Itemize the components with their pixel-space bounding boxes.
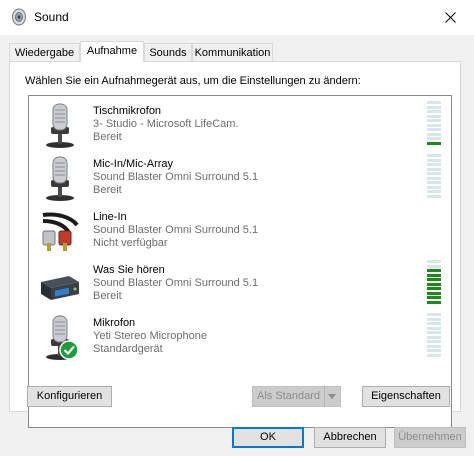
level-segment	[427, 194, 441, 198]
sound-dialog: Sound Wiedergabe Aufnahme Sounds Kommuni…	[0, 0, 474, 456]
device-name: Mikrofon	[93, 317, 136, 329]
level-segment	[427, 287, 441, 290]
level-segment	[427, 101, 441, 104]
level-segment	[427, 300, 441, 304]
level-segment	[427, 176, 441, 180]
level-segment	[427, 163, 441, 166]
level-segment	[427, 317, 441, 321]
level-segment	[427, 114, 441, 118]
cancel-button[interactable]: Abbrechen	[314, 427, 386, 448]
set-default-dropdown	[324, 387, 340, 406]
level-segment	[427, 181, 441, 184]
close-button[interactable]	[434, 6, 468, 30]
tab-kommunikation[interactable]: Kommunikation	[192, 43, 273, 61]
window-title: Sound	[34, 10, 69, 24]
device-name: Was Sie hören	[93, 264, 165, 276]
device-description: 3- Studio - Microsoft LifeCam.	[93, 118, 239, 130]
rca-cable-icon	[42, 212, 79, 251]
device-item[interactable]: Tischmikrofon 3- Studio - Microsoft Life…	[29, 99, 451, 152]
configure-button[interactable]: Konfigurieren	[27, 386, 112, 407]
level-segment	[427, 264, 441, 268]
device-state: Bereit	[93, 290, 122, 302]
level-segment	[427, 349, 441, 352]
device-state: Bereit	[93, 131, 122, 143]
level-segment	[427, 326, 441, 330]
level-segment	[427, 331, 441, 334]
level-meter	[427, 154, 441, 199]
device-name: Line-In	[93, 211, 127, 223]
device-state: Nicht verfügbar	[93, 237, 168, 249]
level-segment	[427, 137, 441, 140]
microphone-icon	[46, 315, 79, 360]
microphone-icon	[46, 156, 74, 201]
ok-button[interactable]: OK	[232, 427, 304, 448]
device-item[interactable]: Mic-In/Mic-Array Sound Blaster Omni Surr…	[29, 152, 451, 205]
level-segment	[427, 322, 441, 325]
set-default-button: Als Standard	[252, 386, 341, 407]
level-segment	[427, 260, 441, 263]
level-segment	[427, 282, 441, 286]
apply-button: Übernehmen	[394, 427, 466, 448]
device-state: Standardgerät	[93, 343, 163, 355]
level-segment	[427, 353, 441, 357]
level-segment	[427, 167, 441, 171]
level-segment	[427, 296, 441, 299]
close-icon	[445, 12, 456, 23]
device-item[interactable]: Line-In Sound Blaster Omni Surround 5.1 …	[29, 205, 451, 258]
level-segment	[427, 158, 441, 162]
default-check-icon	[59, 340, 79, 360]
device-description: Sound Blaster Omni Surround 5.1	[93, 224, 259, 236]
level-segment	[427, 278, 441, 281]
level-segment	[427, 128, 441, 131]
chevron-down-icon	[328, 394, 336, 399]
device-item[interactable]: Mikrofon Yeti Stereo Microphone Standard…	[29, 311, 451, 364]
recording-tab-panel: Wählen Sie ein Aufnahmegerät aus, um die…	[9, 61, 461, 428]
device-state: Bereit	[93, 184, 122, 196]
level-segment	[427, 269, 441, 272]
level-segment	[427, 335, 441, 339]
level-meter	[427, 260, 441, 305]
level-segment	[427, 313, 441, 316]
level-segment	[427, 185, 441, 189]
level-segment	[427, 141, 441, 145]
set-default-label: Als Standard	[257, 390, 320, 402]
device-item[interactable]: Was Sie hören Sound Blaster Omni Surroun…	[29, 258, 451, 311]
level-segment	[427, 190, 441, 193]
level-segment	[427, 123, 441, 127]
level-segment	[427, 110, 441, 113]
speaker-icon	[12, 8, 26, 26]
device-name: Tischmikrofon	[93, 105, 162, 117]
tab-sounds[interactable]: Sounds	[144, 43, 192, 61]
properties-button[interactable]: Eigenschaften	[362, 386, 450, 407]
microphone-icon	[46, 103, 74, 148]
device-name: Mic-In/Mic-Array	[93, 158, 174, 170]
device-description: Yeti Stereo Microphone	[93, 330, 207, 342]
level-segment	[427, 154, 441, 157]
level-segment	[427, 273, 441, 277]
device-description: Sound Blaster Omni Surround 5.1	[93, 171, 259, 183]
level-segment	[427, 344, 441, 348]
level-meter	[427, 313, 441, 358]
level-segment	[427, 340, 441, 343]
device-list[interactable]: Tischmikrofon 3- Studio - Microsoft Life…	[28, 95, 452, 428]
level-meter	[427, 101, 441, 146]
level-segment	[427, 291, 441, 295]
level-segment	[427, 105, 441, 109]
sound-card-icon	[41, 276, 79, 300]
level-segment	[427, 132, 441, 136]
tab-aufnahme[interactable]: Aufnahme	[80, 41, 144, 62]
level-segment	[427, 172, 441, 175]
level-segment	[427, 119, 441, 122]
instruction-text: Wählen Sie ein Aufnahmegerät aus, um die…	[25, 75, 361, 87]
title-bar: Sound	[0, 0, 474, 35]
device-description: Sound Blaster Omni Surround 5.1	[93, 277, 259, 289]
tab-wiedergabe[interactable]: Wiedergabe	[9, 43, 80, 61]
